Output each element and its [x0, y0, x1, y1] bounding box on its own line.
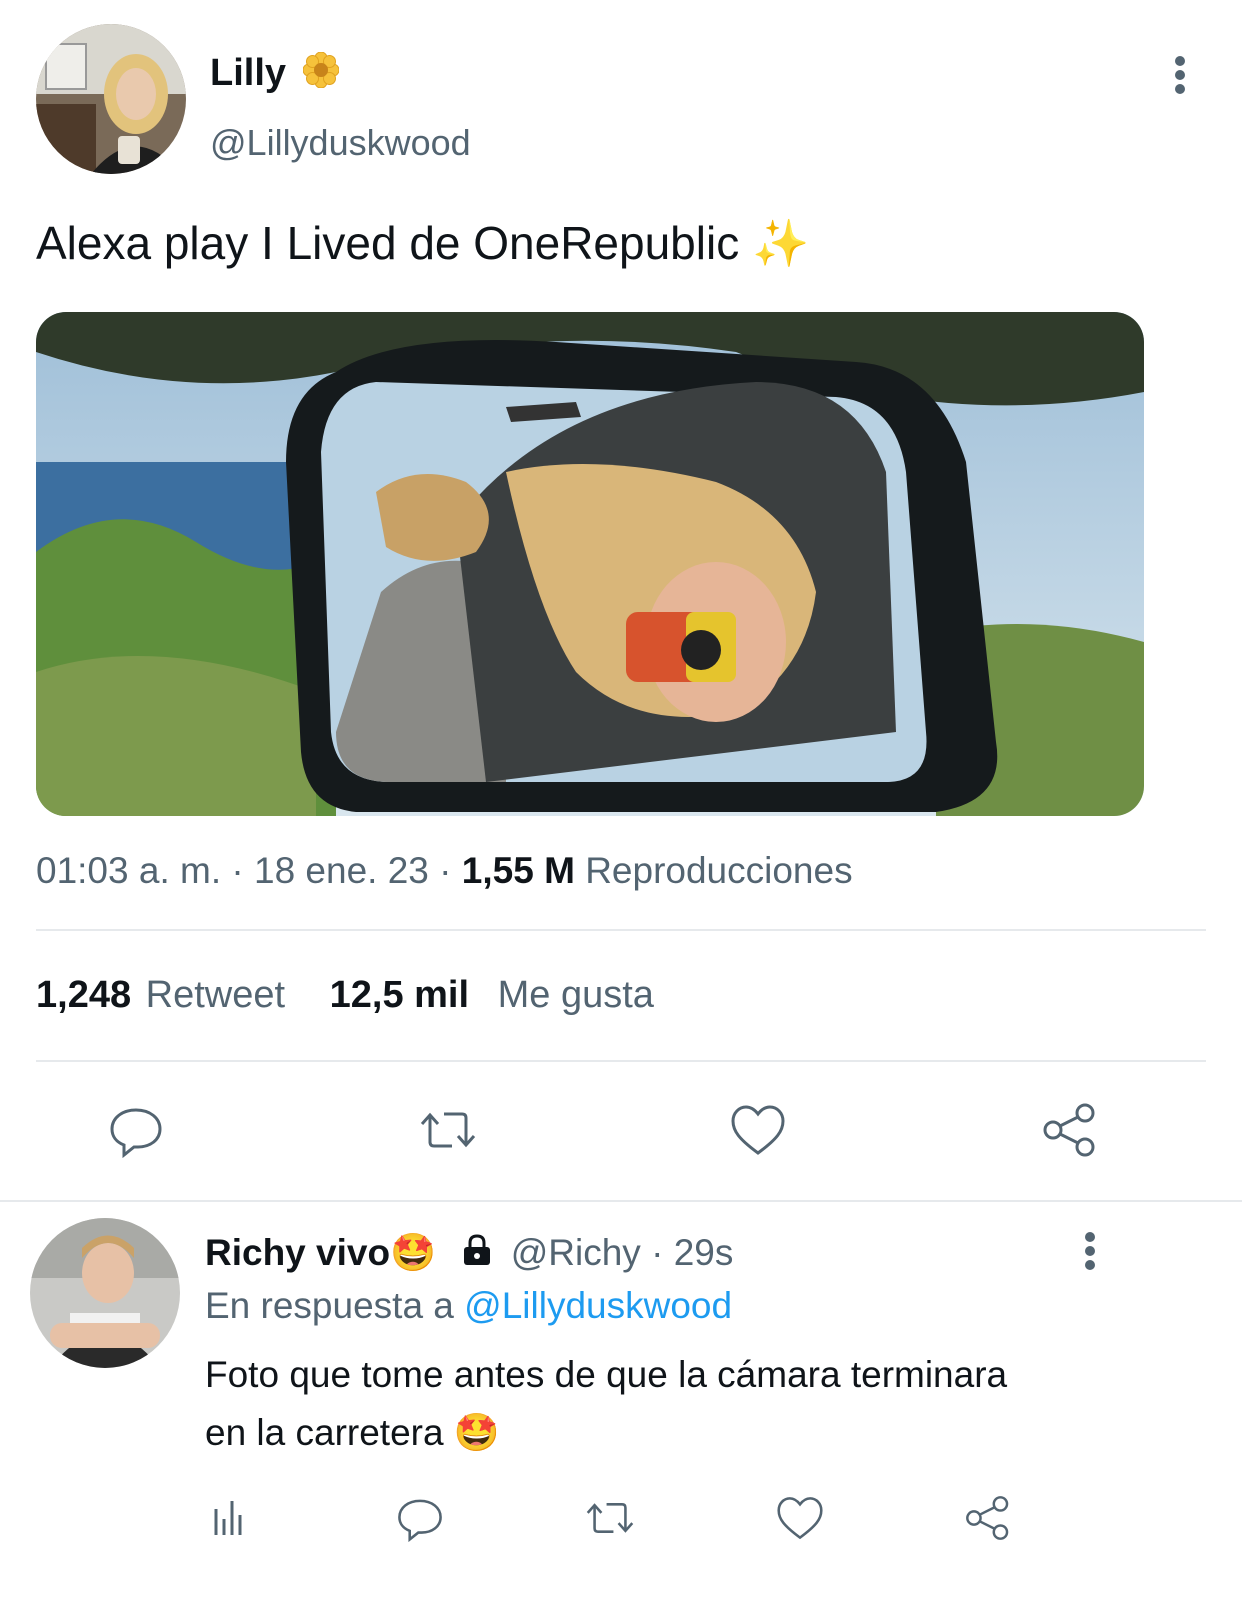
reply-icon[interactable] — [106, 1100, 166, 1160]
star-struck-emoji: 🤩 — [453, 1412, 500, 1453]
lock-icon — [460, 1233, 494, 1276]
sparkles-emoji: ✨ — [752, 217, 810, 269]
like-icon[interactable] — [728, 1100, 788, 1160]
likes-label[interactable]: Me gusta — [498, 974, 654, 1016]
tweet-stats: 1,248 Retweet 12,5 mil Me gusta — [36, 974, 654, 1017]
author-avatar[interactable] — [36, 24, 186, 174]
reply-share-icon[interactable] — [960, 1490, 1016, 1546]
tweet-photo[interactable] — [36, 312, 1144, 816]
reply-more-options-icon[interactable] — [1070, 1226, 1110, 1276]
star-struck-emoji: 🤩 — [390, 1232, 437, 1273]
retweet-label[interactable]: Retweet — [146, 974, 285, 1016]
author-name[interactable]: Lilly — [210, 51, 340, 98]
reply-author-handle[interactable]: @Richy — [511, 1232, 641, 1273]
tweet-meta: 01:03 a. m. · 18 ene. 23 · 1,55 M Reprod… — [36, 850, 853, 891]
share-icon[interactable] — [1040, 1100, 1100, 1160]
retweet-count[interactable]: 1,248 — [36, 974, 131, 1016]
reply-reply-icon[interactable] — [392, 1490, 448, 1546]
reply-author-name[interactable]: Richy vivo — [205, 1232, 390, 1273]
reply-to-link[interactable]: @Lillyduskwood — [464, 1285, 732, 1326]
author-handle[interactable]: @Lillyduskwood — [210, 122, 471, 164]
reply-retweet-icon[interactable] — [580, 1490, 640, 1546]
reply-author-avatar[interactable] — [30, 1218, 180, 1368]
likes-count[interactable]: 12,5 mil — [330, 974, 469, 1016]
tweet-date: 18 ene. 23 — [254, 850, 429, 891]
divider — [36, 929, 1206, 931]
reply-time: 29s — [673, 1232, 734, 1273]
reply-like-icon[interactable] — [772, 1490, 828, 1546]
divider — [0, 1200, 1242, 1202]
reply-header: Richy vivo🤩 @Richy · 29s — [205, 1232, 733, 1276]
views-analytics-icon[interactable] — [205, 1492, 255, 1542]
reply-context: En respuesta a @Lillyduskwood — [205, 1285, 733, 1326]
divider — [36, 1060, 1206, 1062]
tweet-text: Alexa play I Lived de OneRepublic ✨ — [36, 217, 810, 269]
retweet-icon[interactable] — [416, 1100, 480, 1160]
views-label[interactable]: Reproducciones — [585, 850, 852, 891]
flower-badge-icon — [302, 51, 340, 98]
tweet-time: 01:03 a. m. — [36, 850, 222, 891]
reply-text: Foto que tome antes de que la cámara ter… — [205, 1354, 1008, 1453]
more-options-icon[interactable] — [1160, 50, 1200, 100]
views-count[interactable]: 1,55 M — [462, 850, 575, 891]
